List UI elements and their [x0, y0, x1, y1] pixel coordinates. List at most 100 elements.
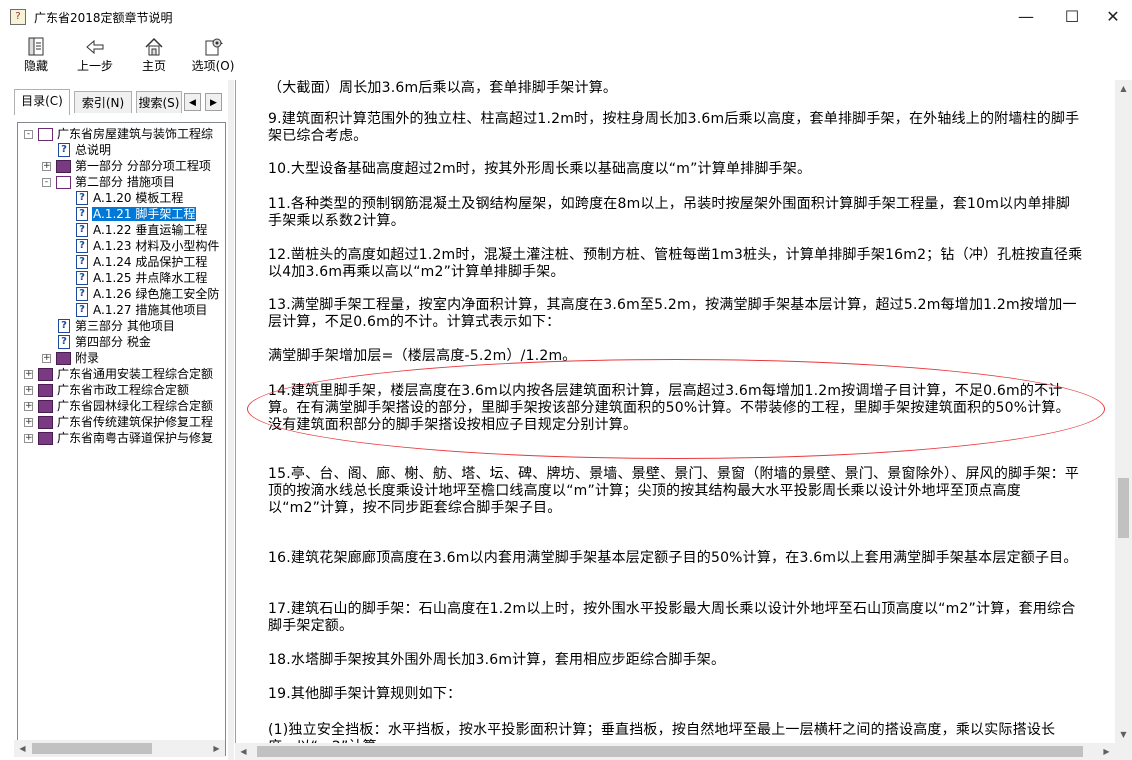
tab-scroll-right-button[interactable]: ▶ [205, 93, 222, 111]
tree-item-label: 总说明 [75, 143, 112, 157]
help-page-icon: ? [76, 271, 88, 285]
scroll-down-arrow-icon[interactable]: ▼ [1115, 726, 1132, 743]
help-page-icon: ? [76, 191, 88, 205]
tree-item-label: 广东省市政工程综合定额 [57, 383, 190, 397]
tree-item[interactable]: A.1.22 垂直运输工程 [92, 222, 208, 238]
expand-icon[interactable]: + [24, 370, 33, 379]
tree-item-label: 附录 [75, 351, 100, 365]
minimize-button[interactable]: — [1003, 0, 1049, 34]
tree-item-label: 广东省房屋建筑与装饰工程综 [57, 127, 214, 141]
scrollbar-corner [1115, 743, 1132, 760]
help-page-icon: ? [58, 143, 70, 157]
scroll-right-arrow-icon[interactable]: ▶ [208, 740, 225, 757]
hide-pane-icon [18, 36, 54, 58]
tree-item-label: 广东省南粤古驿道保护与修复 [57, 431, 214, 445]
content-scroll-left-arrow-icon[interactable]: ◀ [235, 743, 252, 760]
tab-search[interactable]: 搜索(S) [136, 91, 182, 113]
tree-item[interactable]: 广东省通用安装工程综合定额 [56, 366, 214, 382]
tree-item[interactable]: A.1.20 模板工程 [92, 190, 184, 206]
tree-item-label: 广东省通用安装工程综合定额 [57, 367, 214, 381]
tree-item[interactable]: 广东省南粤古驿道保护与修复 [56, 430, 214, 446]
tree-item-label: A.1.25 井点降水工程 [93, 271, 208, 285]
tree-item-label: A.1.20 模板工程 [93, 191, 184, 205]
tree-item[interactable]: A.1.25 井点降水工程 [92, 270, 208, 286]
tree-horizontal-scrollbar[interactable]: ◀ ▶ [14, 740, 225, 757]
back-button[interactable]: 上一步 [72, 35, 118, 77]
options-button[interactable]: 选项(O) [190, 35, 236, 77]
contents-tree[interactable]: - 广东省房屋建筑与装饰工程综? 总说明 + 第一部分 分部分项工程项 - 第二部分 措施项… [17, 122, 226, 756]
content-vscroll-thumb[interactable] [1118, 478, 1129, 538]
tree-item[interactable]: A.1.21 脚手架工程 [92, 206, 197, 222]
tree-item-label: A.1.22 垂直运输工程 [93, 223, 208, 237]
app-help-icon: ? [10, 9, 26, 25]
tree-item-label: 第一部分 分部分项工程项 [75, 159, 211, 173]
tree-item[interactable]: A.1.24 成品保护工程 [92, 254, 208, 270]
hide-label: 隐藏 [23, 59, 48, 73]
tree-item[interactable]: A.1.26 绿色施工安全防 [92, 286, 220, 302]
content-paragraph: (1)独立安全挡板：水平挡板，按水平投影面积计算；垂直挡板，按自然地坪至最上一层… [268, 722, 1056, 743]
tree-item-label: 广东省园林绿化工程综合定额 [57, 399, 214, 413]
tree-item-label: 第三部分 其他项目 [75, 319, 175, 333]
back-arrow-icon [72, 36, 118, 58]
nav-tabs: 目录(C) 索引(N) 搜索(S) ◀ ▶ [14, 89, 228, 115]
content-paragraph: 12.凿桩头的高度如超过1.2m时，混凝土灌注桩、预制方桩、管桩每凿1m3桩头，… [268, 247, 1083, 280]
tree-item[interactable]: 广东省市政工程综合定额 [56, 382, 190, 398]
tree-scroll-thumb[interactable] [32, 743, 152, 754]
hide-button[interactable]: 隐藏 [18, 35, 54, 77]
tree-item[interactable]: A.1.27 措施其他项目 [92, 302, 208, 318]
expand-icon[interactable]: + [24, 386, 33, 395]
collapse-icon[interactable]: - [24, 130, 33, 139]
content-horizontal-scrollbar[interactable]: ◀ ▶ [235, 743, 1115, 760]
help-page-icon: ? [58, 319, 70, 333]
tree-item[interactable]: 第二部分 措施项目 [74, 174, 176, 190]
content-paragraph: 14.建筑里脚手架，楼层高度在3.6m以内按各层建筑面积计算，层高超过3.6m每… [268, 383, 1070, 433]
tree-item[interactable]: 广东省传统建筑保护修复工程 [56, 414, 214, 430]
options-gear-icon [190, 36, 236, 58]
content-paragraph: 19.其他脚手架计算规则如下： [268, 686, 462, 702]
content-vertical-scrollbar[interactable]: ▲ ▼ [1115, 80, 1132, 743]
book-icon [38, 416, 53, 429]
close-button[interactable]: ✕ [1090, 0, 1132, 34]
tree-item[interactable]: 第一部分 分部分项工程项 [74, 158, 212, 174]
tab-scroll-left-button[interactable]: ◀ [184, 93, 201, 111]
tree-item-label: A.1.24 成品保护工程 [93, 255, 208, 269]
book-icon [56, 352, 71, 365]
expand-icon[interactable]: + [24, 434, 33, 443]
toolbar: 隐藏 上一步 主页 选项(O) [0, 34, 1132, 79]
topic-content: （大截面）周长加3.6m后乘以高，套单排脚手架计算。 9.建筑面积计算范围外的独立… [235, 80, 1116, 743]
title-bar: ? 广东省2018定额章节说明 — ☐ ✕ [0, 0, 1132, 35]
pane-splitter[interactable] [228, 80, 234, 760]
home-button[interactable]: 主页 [136, 35, 172, 77]
help-page-icon: ? [76, 239, 88, 253]
content-paragraph: 10.大型设备基础高度超过2m时，按其外形周长乘以基础高度以“m”计算单排脚手架… [268, 161, 812, 177]
expand-icon[interactable]: + [24, 402, 33, 411]
content-scroll-right-arrow-icon[interactable]: ▶ [1098, 743, 1115, 760]
tree-item[interactable]: 总说明 [74, 142, 112, 158]
tree-item[interactable]: 附录 [74, 350, 100, 366]
scroll-left-arrow-icon[interactable]: ◀ [14, 740, 31, 757]
tree-item[interactable]: 广东省房屋建筑与装饰工程综 [56, 126, 214, 142]
expand-icon[interactable]: + [24, 418, 33, 427]
book-icon [38, 400, 53, 413]
navigation-pane: 目录(C) 索引(N) 搜索(S) ◀ ▶ - 广东省房屋建筑与装饰工程综? 总说明… [14, 89, 228, 758]
collapse-icon[interactable]: - [42, 178, 51, 187]
scroll-up-arrow-icon[interactable]: ▲ [1115, 80, 1132, 97]
expand-icon[interactable]: + [42, 162, 51, 171]
book-icon [56, 160, 71, 173]
tab-index[interactable]: 索引(N) [74, 91, 132, 113]
expand-icon[interactable]: + [42, 354, 51, 363]
tree-item[interactable]: 第四部分 税金 [74, 334, 152, 350]
content-hscroll-thumb[interactable] [257, 746, 1083, 757]
tab-contents[interactable]: 目录(C) [14, 89, 70, 115]
tree-item-label: A.1.23 材料及小型构件 [93, 239, 220, 253]
book-icon [38, 384, 53, 397]
options-label: 选项(O) [191, 59, 235, 73]
tree-item[interactable]: A.1.23 材料及小型构件 [92, 238, 220, 254]
tree-item[interactable]: 第三部分 其他项目 [74, 318, 176, 334]
tree-item-label: 广东省传统建筑保护修复工程 [57, 415, 214, 429]
home-icon [136, 36, 172, 58]
help-page-icon: ? [76, 255, 88, 269]
maximize-button[interactable]: ☐ [1049, 0, 1095, 34]
home-label: 主页 [141, 59, 166, 73]
tree-item[interactable]: 广东省园林绿化工程综合定额 [56, 398, 214, 414]
